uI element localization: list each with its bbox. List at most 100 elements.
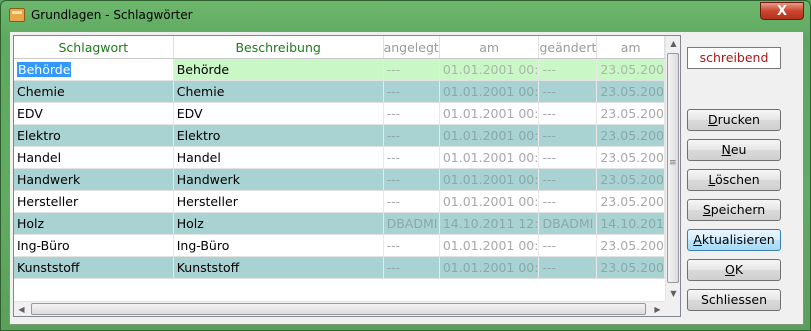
- cell-angelegt[interactable]: ---: [383, 190, 440, 213]
- cell-geaendert-am[interactable]: 23.05.200: [596, 234, 665, 257]
- neu-button-label: Neu: [721, 142, 747, 157]
- cell-geaendert[interactable]: ---: [538, 80, 598, 103]
- table-row[interactable]: Ing-Büro Ing-Büro --- 01.01.2001 00: --- 23.0…: [14, 234, 665, 257]
- table-row[interactable]: Chemie Chemie --- 01.01.2001 00: --- 23.05.20…: [14, 80, 665, 103]
- cell-angelegt[interactable]: ---: [383, 80, 440, 103]
- cell-schlagwort[interactable]: Ing-Büro: [14, 234, 174, 257]
- column-header-angelegt-am[interactable]: am: [439, 36, 540, 59]
- table-row[interactable]: Behörde Behörde --- 01.01.2001 00: --- 23.05.…: [14, 58, 665, 81]
- cell-beschreibung[interactable]: Elektro: [173, 124, 384, 147]
- cell-schlagwort[interactable]: Hersteller: [14, 190, 174, 213]
- cell-geaendert[interactable]: ---: [538, 102, 598, 125]
- cell-angelegt-am[interactable]: 01.01.2001 00:: [439, 168, 540, 191]
- column-header-geaendert[interactable]: geändert: [538, 36, 598, 59]
- scroll-down-arrow-icon[interactable]: ▼: [666, 286, 680, 301]
- cell-geaendert[interactable]: ---: [538, 190, 598, 213]
- vertical-scrollbar[interactable]: ▲ ≡ ▼: [665, 36, 680, 301]
- speichern-button[interactable]: Speichern: [687, 199, 781, 221]
- cell-beschreibung[interactable]: Handwerk: [173, 168, 384, 191]
- cell-angelegt[interactable]: ---: [383, 168, 440, 191]
- cell-geaendert[interactable]: ---: [538, 146, 598, 169]
- cell-geaendert-am[interactable]: 23.05.200: [596, 190, 665, 213]
- cell-angelegt[interactable]: ---: [383, 146, 440, 169]
- horizontal-scrollbar[interactable]: ◀ ▶: [14, 301, 665, 316]
- cell-schlagwort[interactable]: Chemie: [14, 80, 174, 103]
- cell-schlagwort[interactable]: Handel: [14, 146, 174, 169]
- cell-angelegt-am[interactable]: 01.01.2001 00:: [439, 80, 540, 103]
- drucken-button-label: Drucken: [708, 112, 760, 127]
- cell-geaendert-am[interactable]: 23.05.200: [596, 146, 665, 169]
- grid-viewport: Schlagwort Beschreibung angelegt am geän…: [14, 36, 665, 301]
- keyword-table: Schlagwort Beschreibung angelegt am geän…: [14, 36, 665, 279]
- horizontal-scroll-thumb[interactable]: [31, 303, 646, 315]
- vertical-scroll-thumb[interactable]: ≡: [667, 53, 679, 283]
- cell-angelegt-am[interactable]: 01.01.2001 00:: [439, 102, 540, 125]
- table-row[interactable]: Hersteller Hersteller --- 01.01.2001 00: ---…: [14, 190, 665, 213]
- close-button[interactable]: X: [760, 2, 804, 20]
- cell-angelegt[interactable]: ---: [383, 124, 440, 147]
- table-row[interactable]: Handel Handel --- 01.01.2001 00: --- 23.05.20…: [14, 146, 665, 169]
- cell-schlagwort[interactable]: Holz: [14, 212, 174, 235]
- drucken-button[interactable]: Drucken: [687, 109, 781, 131]
- aktualisieren-button[interactable]: Aktualisieren: [687, 229, 781, 251]
- neu-button[interactable]: Neu: [687, 139, 781, 161]
- cell-beschreibung[interactable]: Chemie: [173, 80, 384, 103]
- cell-beschreibung[interactable]: Holz: [173, 212, 384, 235]
- loeschen-button[interactable]: Löschen: [687, 169, 781, 191]
- title-bar[interactable]: Grundlagen - Schlagwörter X: [1, 1, 810, 31]
- cell-schlagwort[interactable]: EDV: [14, 102, 174, 125]
- table-row[interactable]: EDV EDV --- 01.01.2001 00: --- 23.05.200: [14, 102, 665, 125]
- cell-angelegt[interactable]: DBADMI: [383, 212, 440, 235]
- column-header-beschreibung[interactable]: Beschreibung: [173, 36, 384, 59]
- cell-beschreibung[interactable]: Kunststoff: [173, 256, 384, 279]
- table-row[interactable]: Elektro Elektro --- 01.01.2001 00: --- 23.05.…: [14, 124, 665, 147]
- cell-schlagwort[interactable]: Behörde: [14, 58, 174, 81]
- cell-angelegt[interactable]: ---: [383, 58, 440, 81]
- cell-angelegt[interactable]: ---: [383, 256, 440, 279]
- cell-beschreibung[interactable]: Behörde: [173, 58, 384, 81]
- cell-angelegt-am[interactable]: 01.01.2001 00:: [439, 146, 540, 169]
- cell-angelegt[interactable]: ---: [383, 234, 440, 257]
- cell-beschreibung[interactable]: Ing-Büro: [173, 234, 384, 257]
- cell-geaendert[interactable]: ---: [538, 256, 598, 279]
- scroll-right-arrow-icon[interactable]: ▶: [650, 302, 665, 316]
- cell-geaendert[interactable]: ---: [538, 58, 598, 81]
- cell-geaendert-am[interactable]: 23.05.200: [596, 58, 665, 81]
- ok-button-label: OK: [724, 262, 744, 277]
- cell-angelegt-am[interactable]: 01.01.2001 00:: [439, 234, 540, 257]
- cell-beschreibung[interactable]: Hersteller: [173, 190, 384, 213]
- cell-beschreibung[interactable]: Handel: [173, 146, 384, 169]
- column-header-geaendert-am[interactable]: am: [596, 36, 665, 59]
- cell-schlagwort[interactable]: Kunststoff: [14, 256, 174, 279]
- cell-angelegt-am[interactable]: 01.01.2001 00:: [439, 190, 540, 213]
- cell-geaendert[interactable]: ---: [538, 168, 598, 191]
- column-header-angelegt[interactable]: angelegt: [383, 36, 440, 59]
- column-header-schlagwort[interactable]: Schlagwort: [14, 36, 174, 59]
- cell-beschreibung[interactable]: EDV: [173, 102, 384, 125]
- cell-geaendert-am[interactable]: 14.10.201: [596, 212, 665, 235]
- table-row[interactable]: Kunststoff Kunststoff --- 01.01.2001 00: ---…: [14, 256, 665, 279]
- cell-angelegt-am[interactable]: 01.01.2001 00:: [439, 124, 540, 147]
- cell-geaendert-am[interactable]: 23.05.200: [596, 80, 665, 103]
- table-row[interactable]: Holz Holz DBADMI 14.10.2011 12: DBADMI 14.10.…: [14, 212, 665, 235]
- cell-geaendert-am[interactable]: 23.05.200: [596, 102, 665, 125]
- cell-angelegt-am[interactable]: 01.01.2001 00:: [439, 58, 540, 81]
- cell-angelegt-am[interactable]: 01.01.2001 00:: [439, 256, 540, 279]
- cell-angelegt-am[interactable]: 14.10.2011 12:: [439, 212, 540, 235]
- table-row[interactable]: Handwerk Handwerk --- 01.01.2001 00: --- 23.0…: [14, 168, 665, 191]
- mode-status: schreibend: [687, 47, 781, 69]
- scroll-up-arrow-icon[interactable]: ▲: [666, 36, 680, 51]
- scroll-left-arrow-icon[interactable]: ◀: [14, 302, 29, 316]
- schliessen-button[interactable]: Schliessen: [687, 289, 781, 311]
- cell-geaendert[interactable]: DBADMI: [538, 212, 598, 235]
- cell-schlagwort[interactable]: Elektro: [14, 124, 174, 147]
- cell-geaendert-am[interactable]: 23.05.200: [596, 168, 665, 191]
- window-title: Grundlagen - Schlagwörter: [31, 8, 193, 22]
- cell-schlagwort[interactable]: Handwerk: [14, 168, 174, 191]
- cell-geaendert-am[interactable]: 23.05.200: [596, 124, 665, 147]
- cell-angelegt[interactable]: ---: [383, 102, 440, 125]
- ok-button[interactable]: OK: [687, 259, 781, 281]
- cell-geaendert[interactable]: ---: [538, 234, 598, 257]
- cell-geaendert-am[interactable]: 23.05.200: [596, 256, 665, 279]
- cell-geaendert[interactable]: ---: [538, 124, 598, 147]
